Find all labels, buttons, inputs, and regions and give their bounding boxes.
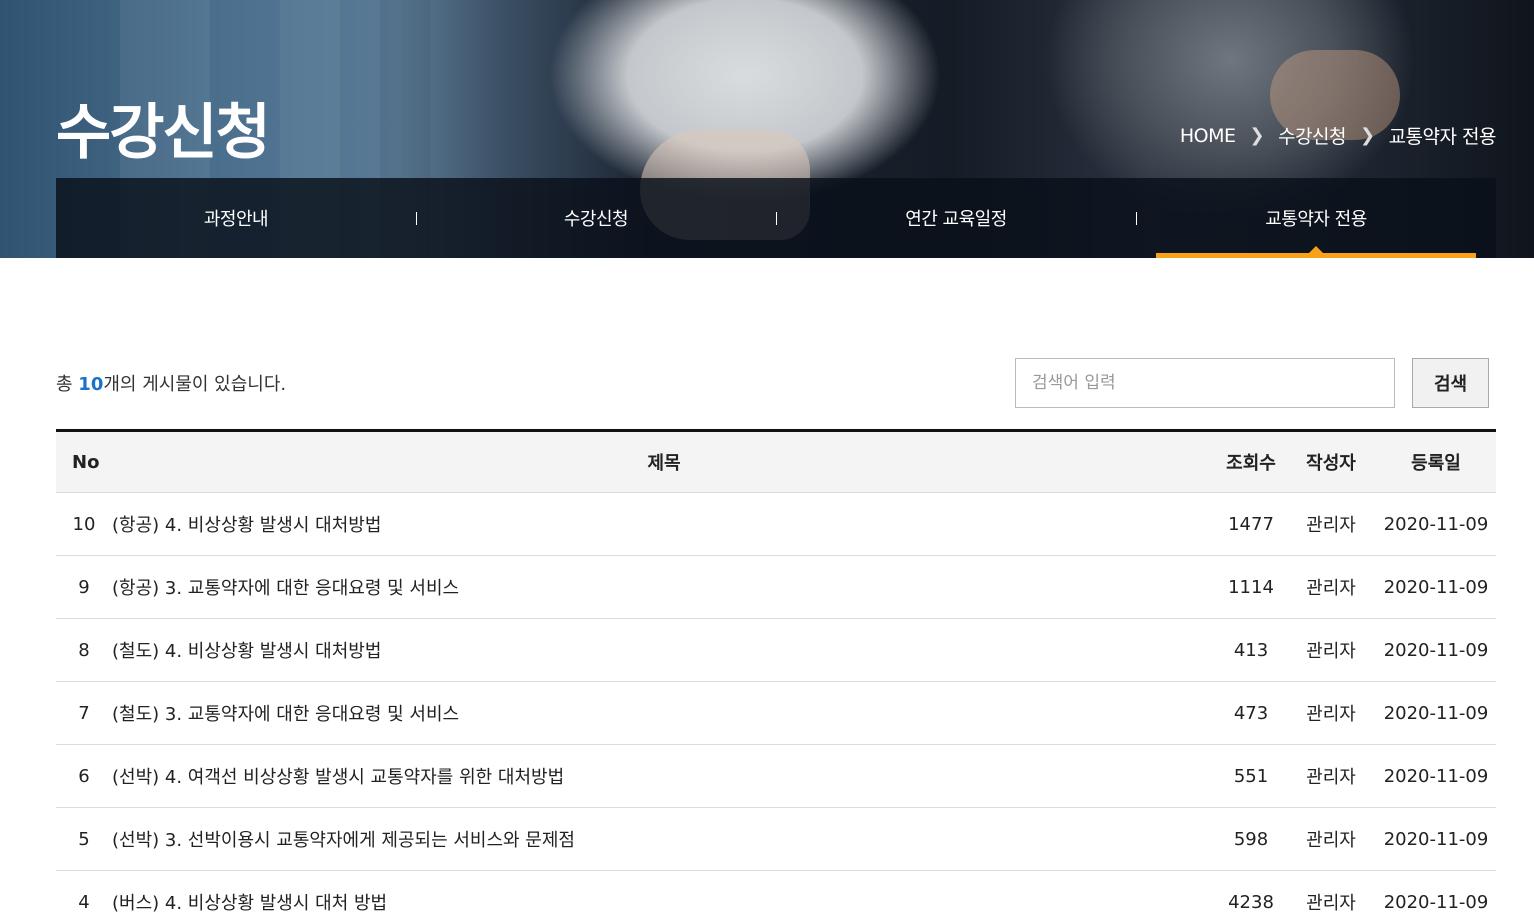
column-header-date: 등록일 [1411, 453, 1461, 474]
hero-banner: 수강신청 HOME ❯ 수강신청 ❯ 교통약자 전용 과정안내 수강신청 연간 … [0, 0, 1534, 258]
post-count-prefix: 총 [56, 374, 79, 395]
row-number: 10 [72, 513, 96, 535]
column-header-no: No [72, 451, 100, 473]
row-date: 2020-11-09 [1383, 513, 1489, 535]
table-header-row: No 제목 조회수 작성자 등록일 [56, 432, 1496, 493]
row-number: 6 [78, 765, 90, 787]
row-number: 8 [78, 639, 90, 661]
table-row[interactable]: 5 (선박) 3. 선박이용시 교통약자에게 제공되는 서비스와 문제점 598… [56, 808, 1496, 871]
tab-mobility-impaired[interactable]: 교통약자 전용 [1136, 178, 1496, 258]
sub-navigation: 과정안내 수강신청 연간 교육일정 교통약자 전용 [56, 178, 1496, 258]
tab-enrollment[interactable]: 수강신청 [416, 178, 776, 258]
row-title[interactable]: (선박) 3. 선박이용시 교통약자에게 제공되는 서비스와 문제점 [112, 830, 575, 851]
row-title-link[interactable]: (철도) 4. 비상상황 발생시 대처방법 [112, 637, 1216, 663]
row-author: 관리자 [1306, 578, 1356, 599]
post-count-number: 10 [78, 374, 104, 395]
row-views: 551 [1233, 765, 1269, 787]
row-number: 7 [78, 702, 90, 724]
tab-label: 연간 교육일정 [905, 209, 1007, 230]
row-views: 4238 [1228, 891, 1274, 913]
tab-label: 수강신청 [563, 209, 629, 230]
row-date: 2020-11-09 [1383, 765, 1489, 787]
row-date: 2020-11-09 [1383, 702, 1489, 724]
row-title[interactable]: (철도) 3. 교통약자에 대한 응대요령 및 서비스 [112, 704, 459, 725]
row-views: 1114 [1228, 576, 1274, 598]
row-number: 4 [78, 891, 90, 913]
breadcrumb-home[interactable]: HOME [1180, 125, 1236, 147]
table-row[interactable]: 8 (철도) 4. 비상상황 발생시 대처방법 413 관리자 2020-11-… [56, 619, 1496, 682]
row-author: 관리자 [1306, 704, 1356, 725]
row-author: 관리자 [1306, 641, 1356, 662]
row-author: 관리자 [1306, 830, 1356, 851]
column-header-title: 제목 [647, 453, 681, 474]
tab-annual-schedule[interactable]: 연간 교육일정 [776, 178, 1136, 258]
row-title-link[interactable]: (선박) 4. 여객선 비상상황 발생시 교통약자를 위한 대처방법 [112, 763, 1216, 789]
breadcrumb-current[interactable]: 교통약자 전용 [1389, 122, 1497, 149]
row-author: 관리자 [1306, 767, 1356, 788]
tab-label: 교통약자 전용 [1265, 209, 1367, 230]
row-views: 473 [1233, 702, 1269, 724]
row-author: 관리자 [1306, 515, 1356, 536]
row-title-link[interactable]: (항공) 4. 비상상황 발생시 대처방법 [112, 511, 1216, 537]
chevron-right-icon: ❯ [1249, 125, 1265, 146]
row-title[interactable]: (버스) 4. 비상상황 발생시 대처 방법 [112, 893, 387, 914]
table-row[interactable]: 9 (항공) 3. 교통약자에 대한 응대요령 및 서비스 1114 관리자 2… [56, 556, 1496, 619]
active-tab-indicator [1156, 253, 1476, 258]
post-count-suffix: 개의 게시물이 있습니다. [103, 374, 287, 395]
row-date: 2020-11-09 [1383, 891, 1489, 913]
row-title[interactable]: (항공) 4. 비상상황 발생시 대처방법 [112, 515, 381, 536]
row-title-link[interactable]: (항공) 3. 교통약자에 대한 응대요령 및 서비스 [112, 574, 1216, 600]
row-title-link[interactable]: (철도) 3. 교통약자에 대한 응대요령 및 서비스 [112, 700, 1216, 726]
row-date: 2020-11-09 [1383, 828, 1489, 850]
tab-course-guide[interactable]: 과정안내 [56, 178, 416, 258]
board-table: No 제목 조회수 작성자 등록일 10 (항공) 4. 비상상황 발생시 대처… [56, 429, 1496, 917]
row-author: 관리자 [1306, 893, 1356, 914]
row-views: 413 [1233, 639, 1269, 661]
column-header-views: 조회수 [1226, 453, 1276, 474]
row-title[interactable]: (항공) 3. 교통약자에 대한 응대요령 및 서비스 [112, 578, 459, 599]
breadcrumb-enrollment[interactable]: 수강신청 [1278, 122, 1346, 149]
table-row[interactable]: 10 (항공) 4. 비상상황 발생시 대처방법 1477 관리자 2020-1… [56, 493, 1496, 556]
breadcrumb: HOME ❯ 수강신청 ❯ 교통약자 전용 [1180, 122, 1497, 149]
active-tab-caret-icon [1309, 246, 1323, 253]
search-input[interactable] [1015, 358, 1395, 408]
search-button[interactable]: 검색 [1412, 358, 1489, 408]
row-number: 5 [78, 828, 90, 850]
row-date: 2020-11-09 [1383, 639, 1489, 661]
row-date: 2020-11-09 [1383, 576, 1489, 598]
table-row[interactable]: 7 (철도) 3. 교통약자에 대한 응대요령 및 서비스 473 관리자 20… [56, 682, 1496, 745]
chevron-right-icon: ❯ [1359, 125, 1375, 146]
row-number: 9 [78, 576, 90, 598]
page-title: 수강신청 [56, 98, 271, 168]
row-views: 598 [1233, 828, 1269, 850]
table-row[interactable]: 4 (버스) 4. 비상상황 발생시 대처 방법 4238 관리자 2020-1… [56, 871, 1496, 917]
table-row[interactable]: 6 (선박) 4. 여객선 비상상황 발생시 교통약자를 위한 대처방법 551… [56, 745, 1496, 808]
tab-label: 과정안내 [203, 209, 269, 230]
row-title-link[interactable]: (버스) 4. 비상상황 발생시 대처 방법 [112, 889, 1216, 915]
row-views: 1477 [1228, 513, 1274, 535]
row-title[interactable]: (철도) 4. 비상상황 발생시 대처방법 [112, 641, 381, 662]
column-header-author: 작성자 [1306, 453, 1356, 474]
post-count: 총 10개의 게시물이 있습니다. [56, 370, 286, 396]
row-title-link[interactable]: (선박) 3. 선박이용시 교통약자에게 제공되는 서비스와 문제점 [112, 826, 1216, 852]
row-title[interactable]: (선박) 4. 여객선 비상상황 발생시 교통약자를 위한 대처방법 [112, 767, 564, 788]
